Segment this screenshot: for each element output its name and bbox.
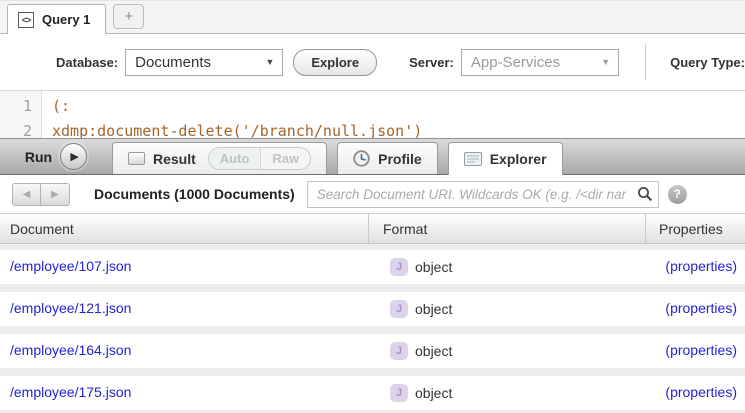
properties-link[interactable]: (properties) bbox=[665, 300, 737, 316]
column-header-format: Format bbox=[368, 214, 645, 243]
query-type-label: Query Type: bbox=[670, 55, 745, 70]
column-header-document: Document bbox=[0, 221, 368, 237]
table-header: Document Format Properties bbox=[0, 213, 745, 244]
document-uri-link[interactable]: /employee/175.json bbox=[10, 384, 131, 400]
properties-link[interactable]: (properties) bbox=[665, 342, 737, 358]
properties-link[interactable]: (properties) bbox=[665, 384, 737, 400]
search-icon bbox=[637, 186, 653, 202]
database-select[interactable]: Documents ▼ bbox=[125, 49, 283, 76]
table-body: /employee/107.json J object (properties)… bbox=[0, 244, 745, 410]
chevron-down-icon: ▼ bbox=[265, 57, 274, 67]
explorer-toolbar: ◀ ▶ Documents (1000 Documents) ? bbox=[0, 175, 745, 213]
new-query-tab-button[interactable]: + bbox=[113, 4, 144, 29]
question-mark-icon: ? bbox=[674, 187, 681, 201]
document-uri-link[interactable]: /employee/107.json bbox=[10, 258, 131, 274]
explore-button[interactable]: Explore bbox=[293, 49, 377, 76]
run-label: Run bbox=[25, 149, 52, 165]
json-format-icon: J bbox=[390, 300, 408, 318]
arrow-left-icon: ◀ bbox=[23, 189, 31, 200]
run-bar: Run ▶ Result Auto Raw Profile bbox=[0, 138, 745, 175]
table-row: /employee/107.json J object (properties) bbox=[0, 250, 745, 284]
code-line: xdmp:document-delete('/branch/null.json'… bbox=[52, 119, 745, 138]
code-icon: <> bbox=[18, 12, 34, 28]
arrow-right-icon: ▶ bbox=[51, 189, 59, 200]
json-format-icon: J bbox=[390, 342, 408, 360]
result-tabs: Result Auto Raw Profile bbox=[112, 139, 563, 174]
query-console: <> Query 1 + Database: Documents ▼ Explo… bbox=[0, 0, 745, 413]
run-button[interactable]: ▶ bbox=[60, 143, 87, 170]
line-number: 1 bbox=[0, 94, 32, 119]
line-number-gutter: 1 2 bbox=[0, 91, 42, 138]
format-value: object bbox=[415, 343, 452, 359]
window-icon bbox=[128, 152, 145, 165]
properties-link[interactable]: (properties) bbox=[665, 258, 737, 274]
code-editor[interactable]: 1 2 (: xdmp:document-delete('/branch/nul… bbox=[0, 90, 745, 138]
table-row: /employee/121.json J object (properties) bbox=[0, 292, 745, 326]
format-value: object bbox=[415, 259, 452, 275]
documents-table: Document Format Properties /employee/107… bbox=[0, 213, 745, 413]
table-row: /employee/164.json J object (properties) bbox=[0, 334, 745, 368]
server-label: Server: bbox=[409, 55, 454, 70]
server-select-value: App-Services bbox=[471, 54, 560, 71]
search-button[interactable] bbox=[632, 182, 658, 207]
tab-profile-label: Profile bbox=[378, 151, 422, 167]
code-line: (: bbox=[52, 94, 745, 119]
database-label: Database: bbox=[56, 55, 118, 70]
query-tab-bar: <> Query 1 + bbox=[0, 1, 745, 34]
auto-raw-toggle: Auto Raw bbox=[208, 147, 311, 170]
column-header-properties: Properties bbox=[645, 214, 745, 243]
document-uri-link[interactable]: /employee/121.json bbox=[10, 300, 131, 316]
help-button[interactable]: ? bbox=[668, 185, 687, 204]
line-number: 2 bbox=[0, 119, 32, 138]
prev-page-button[interactable]: ◀ bbox=[12, 183, 41, 206]
tab-profile[interactable]: Profile bbox=[337, 142, 438, 174]
tab-explorer[interactable]: Explorer bbox=[448, 142, 563, 175]
tab-result[interactable]: Result Auto Raw bbox=[112, 142, 327, 174]
tab-query-1-label: Query 1 bbox=[42, 12, 90, 27]
tab-explorer-label: Explorer bbox=[490, 151, 547, 167]
server-select[interactable]: App-Services ▼ bbox=[461, 49, 619, 76]
tab-result-label: Result bbox=[153, 151, 196, 167]
format-value: object bbox=[415, 301, 452, 317]
next-page-button[interactable]: ▶ bbox=[41, 183, 70, 206]
raw-toggle[interactable]: Raw bbox=[260, 148, 310, 169]
toolbar-divider bbox=[645, 44, 646, 80]
code-content[interactable]: (: xdmp:document-delete('/branch/null.js… bbox=[42, 91, 745, 138]
auto-toggle[interactable]: Auto bbox=[209, 148, 261, 169]
table-row: /employee/175.json J object (properties) bbox=[0, 376, 745, 410]
search-input[interactable] bbox=[308, 182, 632, 207]
document-uri-link[interactable]: /employee/164.json bbox=[10, 342, 131, 358]
format-value: object bbox=[415, 385, 452, 401]
run-group: Run ▶ bbox=[0, 139, 112, 174]
document-icon bbox=[464, 152, 482, 166]
database-select-value: Documents bbox=[135, 54, 211, 71]
toolbar: Database: Documents ▼ Explore Server: Ap… bbox=[0, 34, 745, 90]
documents-count-title: Documents (1000 Documents) bbox=[94, 186, 295, 202]
tab-query-1[interactable]: <> Query 1 bbox=[7, 4, 106, 34]
json-format-icon: J bbox=[390, 384, 408, 402]
clock-icon bbox=[353, 150, 370, 167]
chevron-down-icon: ▼ bbox=[601, 57, 610, 67]
play-icon: ▶ bbox=[70, 150, 78, 163]
pager: ◀ ▶ bbox=[12, 183, 70, 206]
plus-icon: + bbox=[125, 8, 134, 25]
search-box bbox=[307, 181, 659, 208]
json-format-icon: J bbox=[390, 258, 408, 276]
